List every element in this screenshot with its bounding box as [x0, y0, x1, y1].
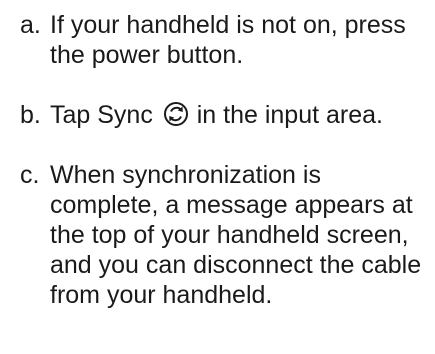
step-c: c. When synchronization is complete, a m…	[20, 160, 430, 310]
step-a: a. If your handheld is not on, press the…	[20, 10, 430, 70]
instruction-steps: a. If your handheld is not on, press the…	[20, 10, 430, 310]
step-marker: b.	[20, 101, 41, 129]
step-text-container: Tap Sync in the input area.	[50, 100, 430, 130]
step-text-before-icon: Tap Sync	[50, 101, 153, 129]
step-b: b. Tap Sync in the input area.	[20, 100, 430, 130]
sync-icon	[163, 101, 189, 127]
step-marker: a.	[20, 11, 41, 39]
step-text: When synchronization is complete, a mess…	[50, 161, 422, 309]
step-text: If your handheld is not on, press the po…	[50, 11, 406, 69]
step-text-after-icon: in the input area.	[189, 101, 383, 129]
step-marker: c.	[20, 161, 40, 189]
